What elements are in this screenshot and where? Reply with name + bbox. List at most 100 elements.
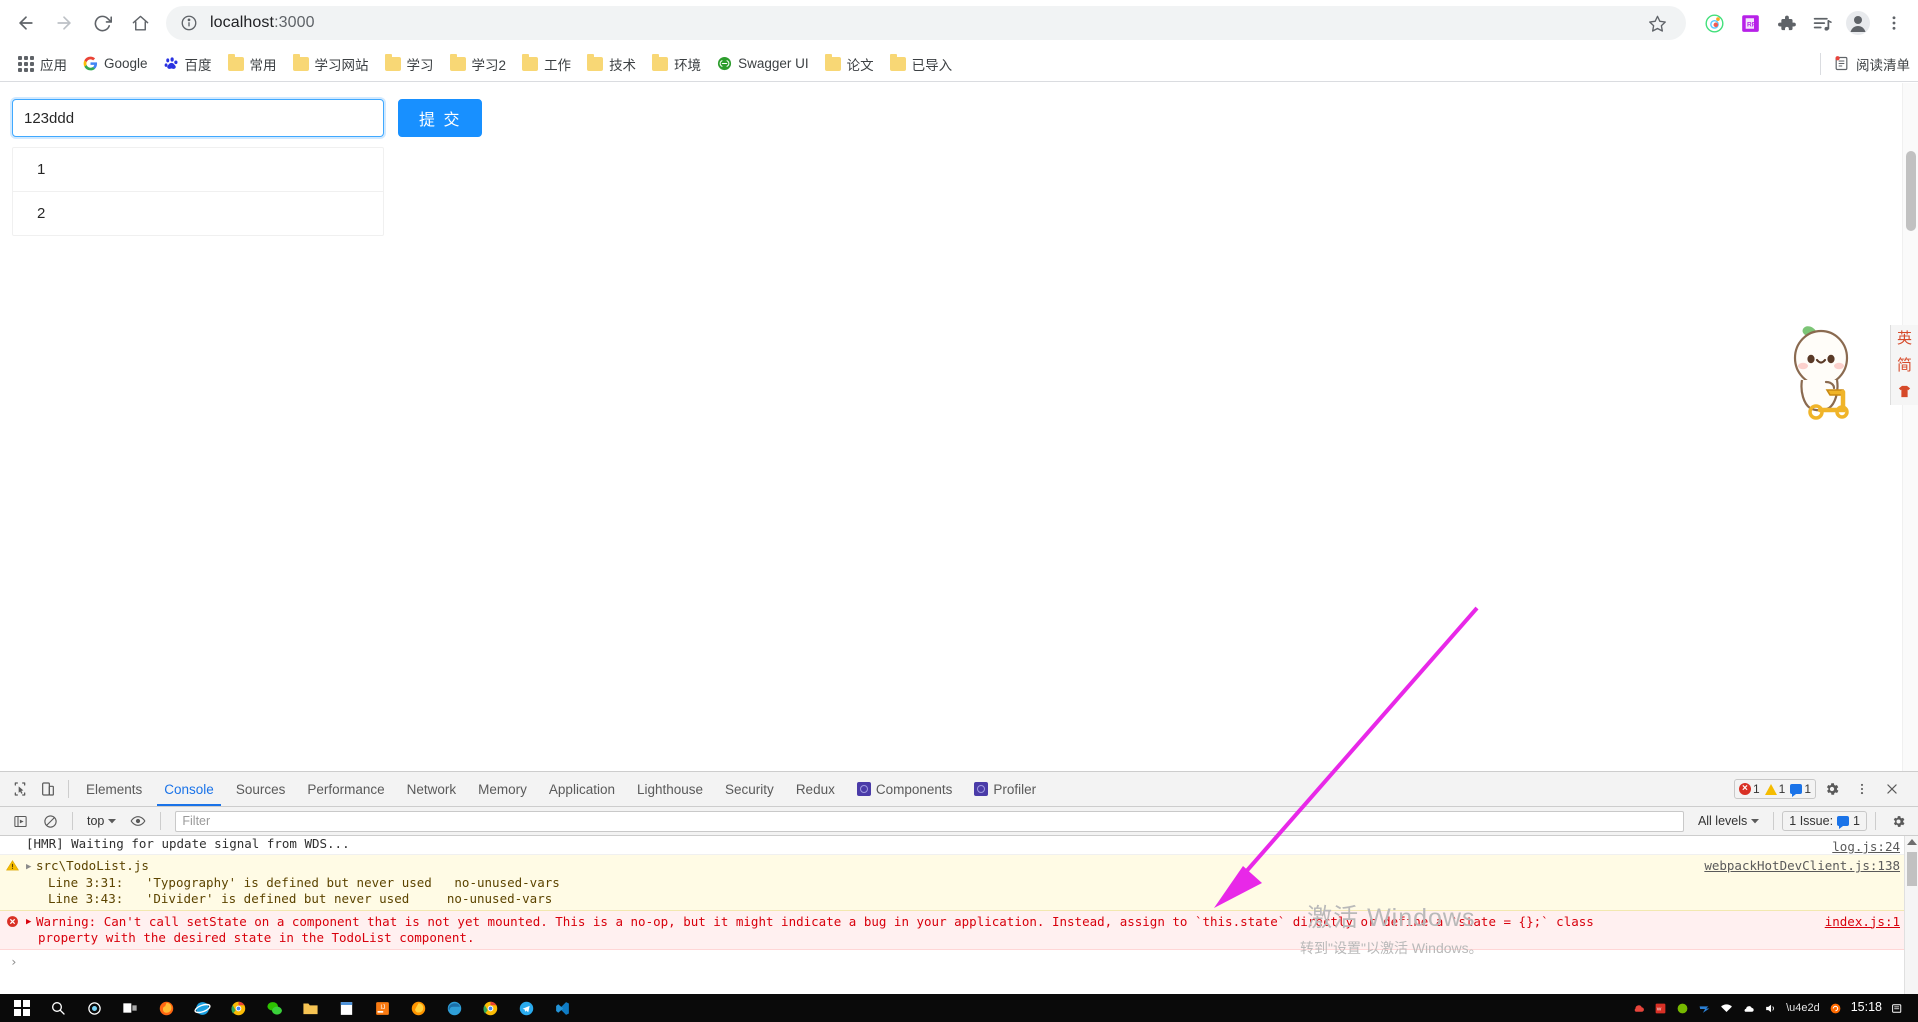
chrome-icon[interactable] (220, 994, 256, 1022)
profile-avatar-icon[interactable] (1842, 7, 1874, 39)
chrome2-icon[interactable] (472, 994, 508, 1022)
tab-lighthouse[interactable]: Lighthouse (626, 772, 714, 806)
console-message-error[interactable]: ▶ Warning: Can't call setState on a compo… (0, 910, 1918, 950)
console-scrollbar-thumb[interactable] (1907, 852, 1917, 886)
tab-application[interactable]: Application (538, 772, 626, 806)
bookmark-yidaoru[interactable]: 已导入 (882, 51, 961, 77)
tab-security[interactable]: Security (714, 772, 785, 806)
todo-text-input[interactable] (12, 99, 384, 137)
reload-button[interactable] (84, 5, 120, 41)
tab-performance[interactable]: Performance (296, 772, 395, 806)
scroll-up-arrow-icon[interactable] (1906, 839, 1917, 845)
xunlei-icon[interactable] (1698, 1002, 1711, 1015)
console-source-link[interactable]: webpackHotDevClient.js:138 (1704, 858, 1900, 874)
skin-icon[interactable] (1897, 384, 1912, 399)
gear-icon[interactable] (1884, 807, 1912, 835)
bookmark-gongzuo[interactable]: 工作 (514, 51, 579, 77)
tab-memory[interactable]: Memory (467, 772, 538, 806)
back-button[interactable] (8, 5, 44, 41)
bookmark-apps[interactable]: 应用 (10, 51, 75, 77)
wifi-icon[interactable] (1720, 1002, 1733, 1015)
tab-console[interactable]: Console (153, 772, 225, 806)
tab-profiler[interactable]: Profiler (963, 772, 1047, 806)
console-message-info[interactable]: [HMR] Waiting for update signal from WDS… (0, 836, 1918, 855)
info-circle-icon[interactable] (180, 14, 198, 32)
forward-button[interactable] (46, 5, 82, 41)
bookmark-jishu[interactable]: 技术 (579, 51, 644, 77)
bookmark-xuexiwangzhan[interactable]: 学习网站 (285, 51, 377, 77)
telegram-icon[interactable] (508, 994, 544, 1022)
expand-arrow-icon[interactable]: ▶ (26, 914, 36, 930)
tab-network[interactable]: Network (396, 772, 468, 806)
error-count-group[interactable]: × 1 (1738, 782, 1760, 796)
ime-mode[interactable]: 简 (1897, 357, 1912, 375)
bookmark-lunwen[interactable]: 论文 (817, 51, 882, 77)
device-toolbar-icon[interactable] (34, 775, 62, 803)
bookmark-huanjing[interactable]: 环境 (644, 51, 709, 77)
warning-count-group[interactable]: 1 (1764, 782, 1785, 796)
reading-list-button[interactable]: 阅读清单 (1820, 52, 1910, 75)
tab-elements[interactable]: Elements (75, 772, 153, 806)
clear-console-icon[interactable] (36, 807, 64, 835)
live-expression-eye-icon[interactable] (124, 807, 152, 835)
firefox-icon[interactable] (148, 994, 184, 1022)
bookmark-google[interactable]: Google (75, 51, 156, 77)
onedrive-icon[interactable] (1742, 1002, 1755, 1015)
inspect-element-icon[interactable] (6, 775, 34, 803)
bookmark-swagger-ui[interactable]: Swagger UI (709, 51, 817, 77)
cloud-icon[interactable] (1632, 1002, 1645, 1015)
tab-sources[interactable]: Sources (225, 772, 297, 806)
cortana-icon[interactable] (76, 994, 112, 1022)
issues-button[interactable]: 1 Issue: 1 (1782, 811, 1867, 831)
close-icon[interactable] (1878, 775, 1906, 803)
address-bar[interactable]: localhost:3000 (166, 6, 1686, 40)
tab-components[interactable]: Components (846, 772, 964, 806)
issue-counts[interactable]: × 1 1 1 (1733, 779, 1816, 799)
nvidia-icon[interactable] (1676, 1002, 1689, 1015)
context-selector[interactable]: top (81, 811, 122, 832)
expand-arrow-icon[interactable]: ▶ (26, 859, 36, 875)
three-dot-menu-icon[interactable] (1878, 7, 1910, 39)
bookmark-baidu[interactable]: 百度 (156, 51, 220, 77)
console-scrollbar[interactable] (1904, 836, 1918, 995)
wechat-icon[interactable] (256, 994, 292, 1022)
media-list-icon[interactable] (1806, 7, 1838, 39)
ime-toolbar[interactable]: 英 简 (1890, 325, 1918, 405)
gear-icon[interactable] (1818, 775, 1846, 803)
page-scrollbar-thumb[interactable] (1906, 151, 1916, 231)
idea-icon[interactable]: IJ (364, 994, 400, 1022)
bookmark-changyong[interactable]: 常用 (220, 51, 285, 77)
vscode-icon[interactable] (544, 994, 580, 1022)
windows-start-icon[interactable] (4, 994, 40, 1022)
edge-icon[interactable] (436, 994, 472, 1022)
log-levels-selector[interactable]: All levels (1692, 811, 1765, 832)
notification-icon[interactable] (1891, 1002, 1904, 1015)
console-message-warning[interactable]: ▶ src\TodoList.js webpackHotDevClient.js:… (0, 855, 1918, 911)
bookmark-xuexi[interactable]: 学习 (377, 51, 442, 77)
puzzle-extensions-icon[interactable] (1770, 7, 1802, 39)
three-dot-menu-icon[interactable] (1848, 775, 1876, 803)
wps-icon[interactable]: W (1654, 1002, 1667, 1015)
console-filter-input[interactable] (175, 810, 1684, 832)
volume-icon[interactable] (1764, 1002, 1777, 1015)
notes-icon[interactable] (328, 994, 364, 1022)
message-count-group[interactable]: 1 (1790, 782, 1811, 797)
task-view-icon[interactable] (112, 994, 148, 1022)
ie-icon[interactable] (184, 994, 220, 1022)
list-item[interactable]: 2 (13, 192, 383, 235)
bookmark-star-icon[interactable] (1642, 8, 1672, 38)
tab-redux[interactable]: Redux (785, 772, 846, 806)
console-source-link[interactable]: log.js:24 (1832, 839, 1900, 854)
list-item[interactable]: 1 (13, 148, 383, 192)
lang-indicator[interactable]: \u4e2d (1786, 1002, 1820, 1014)
page-scrollbar[interactable] (1902, 83, 1918, 771)
firefox2-icon[interactable] (400, 994, 436, 1022)
taskbar-clock[interactable]: 15:18 (1851, 1000, 1882, 1015)
bookmark-xuexi2[interactable]: 学习2 (442, 51, 515, 77)
rp-axure-icon[interactable]: RP (1734, 7, 1766, 39)
home-button[interactable] (122, 5, 158, 41)
console-messages[interactable]: [HMR] Waiting for update signal from WDS… (0, 836, 1918, 995)
eye-tracker-icon[interactable] (1698, 7, 1730, 39)
folder-icon[interactable] (292, 994, 328, 1022)
console-source-link[interactable]: index.js:1 (1825, 914, 1900, 930)
